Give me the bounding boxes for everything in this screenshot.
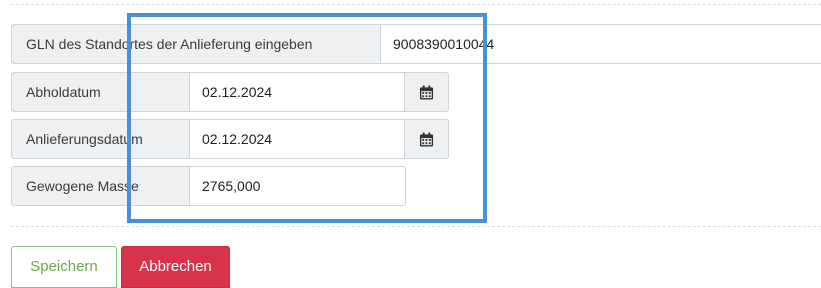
delivery-date-row: Anlieferungsdatum 02.12.2024 bbox=[11, 119, 449, 159]
calendar-icon bbox=[419, 131, 434, 147]
pickup-date-label: Abholdatum bbox=[11, 72, 190, 112]
delivery-date-label: Anlieferungsdatum bbox=[11, 119, 190, 159]
weighed-mass-row: Gewogene Masse 2765,000 bbox=[11, 166, 406, 206]
gln-label: GLN des Standortes der Anlieferung einge… bbox=[11, 24, 381, 64]
save-button[interactable]: Speichern bbox=[11, 246, 117, 288]
delivery-date-input[interactable]: 02.12.2024 bbox=[190, 119, 405, 159]
pickup-date-row: Abholdatum 02.12.2024 bbox=[11, 72, 449, 112]
delivery-date-picker-button[interactable] bbox=[405, 119, 449, 159]
gln-row: GLN des Standortes der Anlieferung einge… bbox=[11, 24, 821, 64]
cancel-button[interactable]: Abbrechen bbox=[121, 246, 230, 288]
weighed-mass-input[interactable]: 2765,000 bbox=[190, 166, 406, 206]
weighed-mass-label: Gewogene Masse bbox=[11, 166, 190, 206]
top-divider bbox=[11, 4, 821, 5]
bottom-divider bbox=[11, 226, 821, 227]
pickup-date-picker-button[interactable] bbox=[405, 72, 449, 112]
calendar-icon bbox=[419, 84, 434, 100]
pickup-date-input[interactable]: 02.12.2024 bbox=[190, 72, 405, 112]
gln-input[interactable]: 9008390010044 bbox=[381, 24, 821, 64]
